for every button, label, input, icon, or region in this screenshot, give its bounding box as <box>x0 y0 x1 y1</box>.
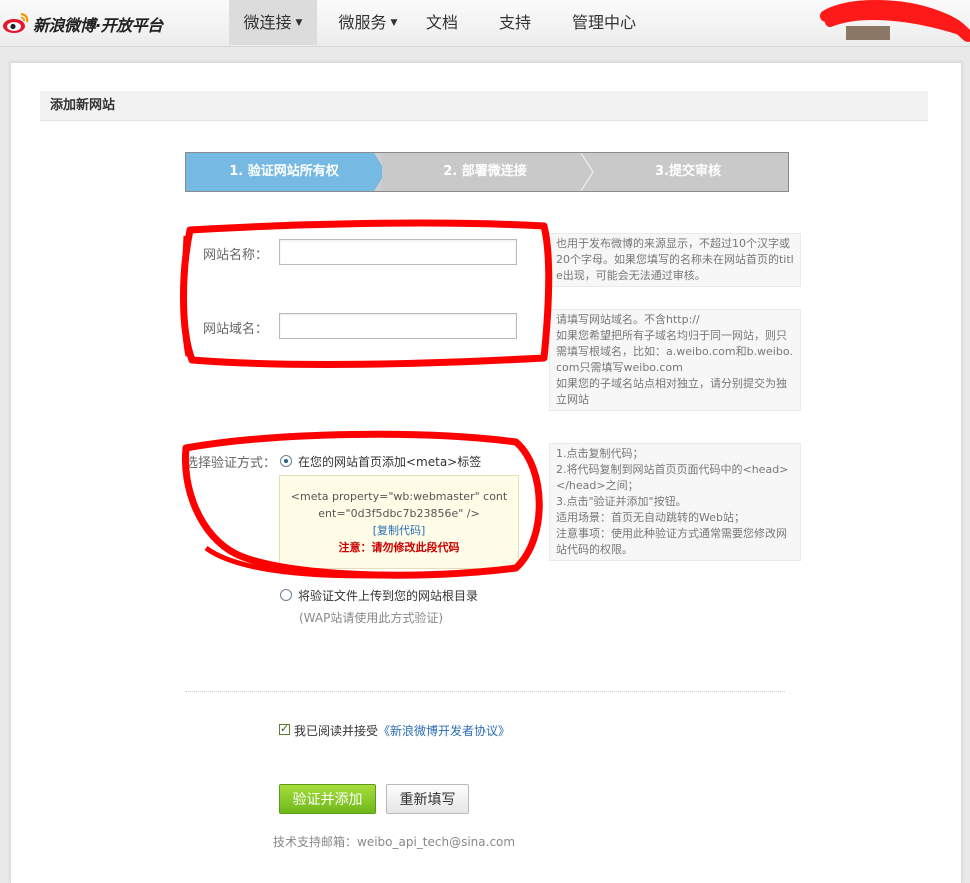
option-upload-file-note: (WAP站请使用此方式验证) <box>299 611 444 625</box>
verify-and-add-button[interactable]: 验证并添加 <box>279 784 376 814</box>
site-name-label: 网站名称： <box>203 248 269 263</box>
option-meta-tag-label[interactable]: 在您的网站首页添加<meta>标签 <box>298 453 481 470</box>
radio-upload-file[interactable] <box>280 589 292 601</box>
copy-code-link[interactable]: [复制代码] <box>280 522 518 539</box>
support-email: 技术支持邮箱：weibo_api_tech@sina.com <box>273 835 516 849</box>
step-1-verify-ownership: 1. 验证网站所有权 <box>186 153 382 191</box>
site-name-input[interactable] <box>279 239 517 265</box>
nav-label: 微连接 <box>243 13 292 32</box>
tip-line: 1.点击复制代码； <box>556 447 644 460</box>
nav-label: 微服务 <box>338 13 387 32</box>
nav-item-docs[interactable]: 文档 <box>417 0 467 45</box>
nav-item-admin-center[interactable]: 管理中心 <box>564 0 644 45</box>
option-upload-file-label[interactable]: 将验证文件上传到您的网站根目录 <box>298 587 478 604</box>
section-divider <box>185 691 785 692</box>
nav-label: 文档 <box>425 13 458 32</box>
site-domain-label: 网站域名： <box>203 322 269 337</box>
weibo-eye-icon <box>3 12 29 33</box>
meta-code-warning: 注意：请勿修改此段代码 <box>338 541 460 554</box>
tip-text: 也用于发布微博的来源显示，不超过10个汉字或20个字母。如果您填写的名称未在网站… <box>556 237 794 282</box>
step-2-deploy: 2. 部署微连接 <box>382 153 588 191</box>
tip-line: 2.将代码复制到网站首页页面代码中的<head></head>之间； <box>556 463 789 492</box>
tip-line: 如果您希望把所有子域名均归于同一网站，则只需填写根域名，比如：a.weibo.c… <box>556 329 793 374</box>
agree-label: 我已阅读并接受 <box>294 724 379 738</box>
radio-meta-tag[interactable] <box>280 455 292 467</box>
meta-code-text[interactable]: <meta property="wb:webmaster" content="0… <box>280 488 518 522</box>
agree-checkbox[interactable]: ✓ <box>279 722 290 735</box>
step-3-submit-review: 3.提交审核 <box>588 153 788 191</box>
nav-label: 支持 <box>498 13 531 32</box>
developer-agreement-link[interactable]: 《新浪微博开发者协议》 <box>378 724 510 738</box>
site-name-tip: 也用于发布微博的来源显示，不超过10个汉字或20个字母。如果您填写的名称未在网站… <box>549 233 801 287</box>
reset-button[interactable]: 重新填写 <box>386 784 469 814</box>
tip-line: 适用场景：首页无自动跳转的Web站； <box>556 511 745 524</box>
logo-text: 新浪微博·开放平台 <box>33 16 163 35</box>
redacted-user-area <box>820 0 970 42</box>
page-title: 添加新网站 <box>40 91 928 121</box>
nav-label: 管理中心 <box>571 13 636 32</box>
check-mark-icon: ✓ <box>280 722 290 735</box>
site-domain-input[interactable] <box>279 313 517 339</box>
chevron-down-icon: ▼ <box>295 18 303 28</box>
tip-line: 请填写网站域名。不含http:// <box>556 313 700 326</box>
agree-text: 我已阅读并接受《新浪微博开发者协议》 <box>294 722 510 739</box>
nav-item-weifuwu[interactable]: 微服务 ▼ <box>329 0 407 45</box>
tip-line: 如果您的子域名站点相对独立，请分别提交为独立网站 <box>556 377 787 406</box>
verify-method-tip: 1.点击复制代码； 2.将代码复制到网站首页页面代码中的<head></head… <box>549 443 801 561</box>
top-navigation-bar: 新浪微博·开放平台 微连接 ▼ 微服务 ▼ 文档 支持 管理中心 <box>0 0 970 47</box>
step-indicator: 1. 验证网站所有权 2. 部署微连接 3.提交审核 <box>185 152 789 192</box>
tip-line: 3.点击"验证并添加"按钮。 <box>556 495 687 508</box>
site-domain-tip: 请填写网站域名。不含http:// 如果您希望把所有子域名均归于同一网站，则只需… <box>549 309 801 411</box>
nav-item-weilianjie[interactable]: 微连接 ▼ <box>229 0 317 45</box>
main-panel: 添加新网站 1. 验证网站所有权 2. 部署微连接 3.提交审核 网站名称： 也… <box>10 62 962 883</box>
tip-line: 注意事项：使用此种验证方式通常需要您修改网站代码的权限。 <box>556 527 787 556</box>
step-separator-arrow <box>580 153 594 191</box>
nav-item-support[interactable]: 支持 <box>490 0 540 45</box>
meta-code-box: <meta property="wb:webmaster" content="0… <box>279 475 519 569</box>
verify-method-label: 选择验证方式： <box>185 456 277 471</box>
chevron-down-icon: ▼ <box>390 18 398 28</box>
